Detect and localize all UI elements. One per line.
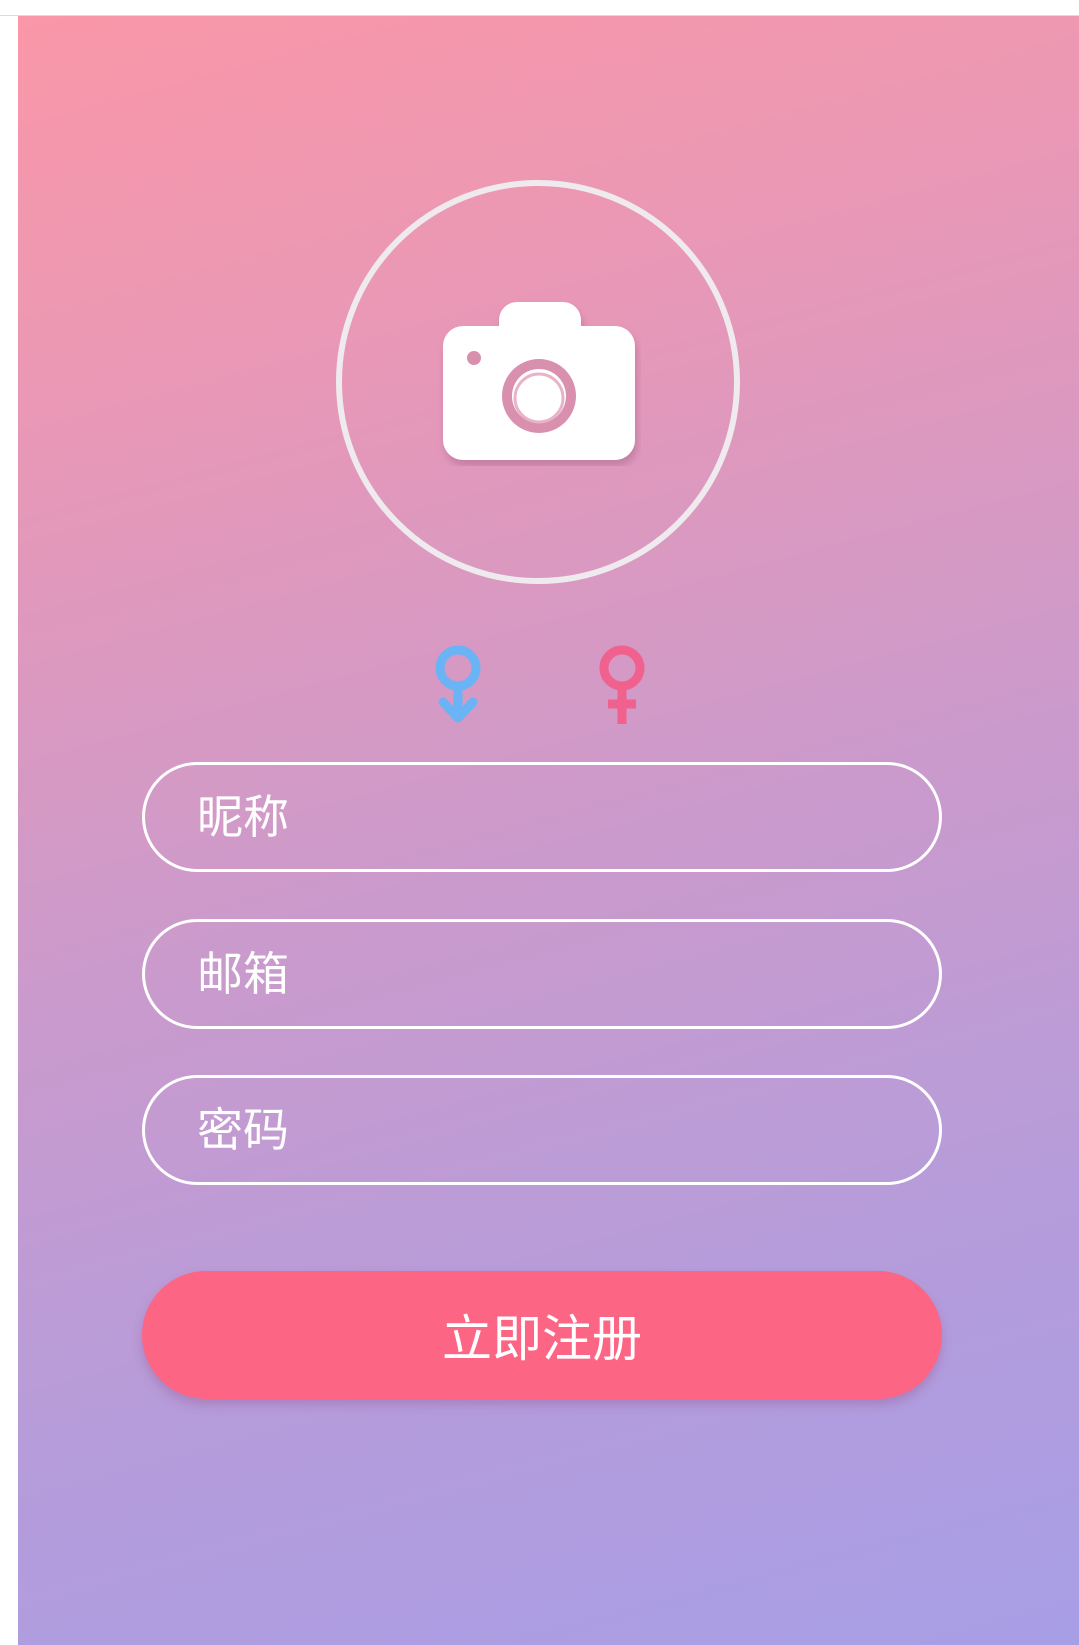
register-screen: 立即注册 — [18, 16, 1079, 1645]
left-margin — [0, 16, 18, 1645]
avatar-upload[interactable] — [336, 180, 740, 584]
register-button[interactable]: 立即注册 — [142, 1271, 942, 1399]
email-input[interactable] — [142, 919, 942, 1029]
password-input[interactable] — [142, 1075, 942, 1185]
camera-icon — [443, 302, 635, 460]
female-symbol-icon[interactable] — [596, 644, 648, 732]
male-symbol-icon[interactable] — [432, 644, 484, 732]
nickname-input[interactable] — [142, 762, 942, 872]
